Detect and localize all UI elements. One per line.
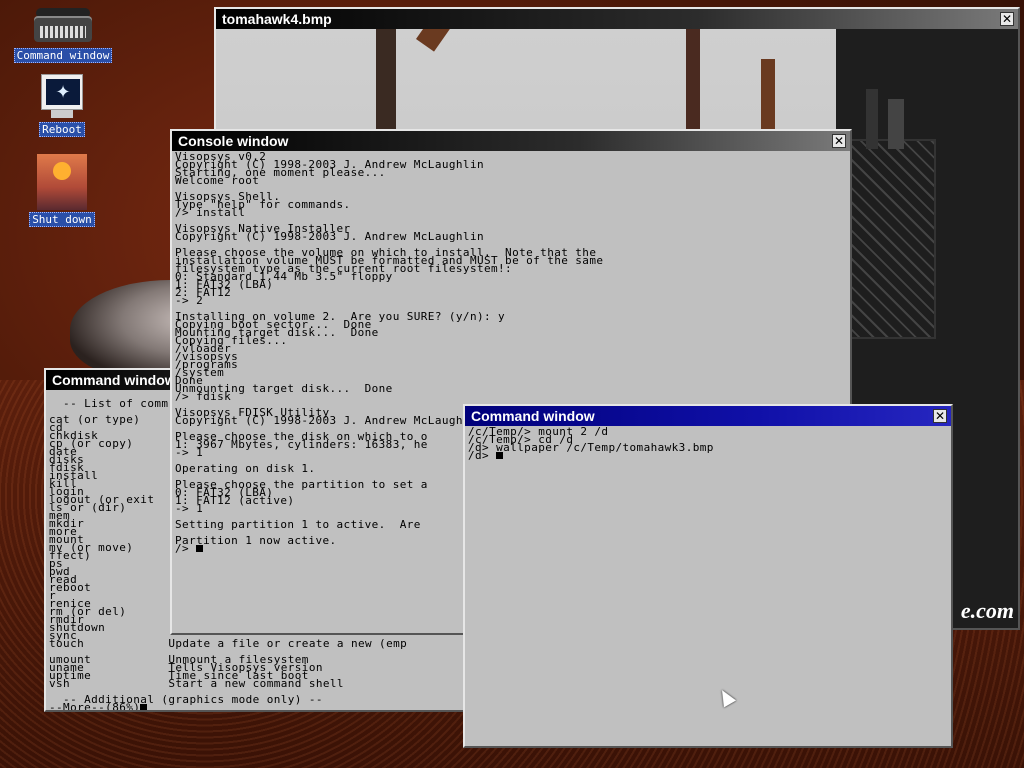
console-line-text: Copyright (C) 1998-2003 J. Andrew McLaug… [175,414,484,427]
desktop-icon-reboot[interactable]: ✦ Reboot [28,74,96,138]
close-icon[interactable]: ✕ [1000,12,1014,26]
console-line-text: /d> wallpaper /c/Temp/tomahawk3.bmp [468,441,714,454]
monitor-icon: ✦ [41,74,83,120]
close-icon[interactable]: ✕ [832,134,846,148]
console-line: /d> wallpaper /c/Temp/tomahawk3.bmp [468,441,948,454]
console-line: -> 2 [175,294,847,307]
desktop-icon-shut-down[interactable]: Shut down [22,154,102,228]
console-line: Starting, one moment please... [175,167,847,178]
console-line-text: 1: 3967 Mbytes, cylinders: 16383, he [175,438,428,451]
more-prompt-text: --More--(86%) [49,701,141,710]
console-line-text: -> 2 [175,294,204,307]
console-line: Unmounting target disk... Done [175,383,847,394]
desktop-icon-command-window[interactable]: Command window [4,6,122,64]
console-line: /visopsys [175,351,847,362]
console-line: /system [175,367,847,378]
console-line-text: -> 1 [175,446,204,459]
console-line: vsh Start a new command shell [49,677,463,690]
console-line: /programs [175,359,847,370]
window-title: Console window [178,133,289,149]
close-icon[interactable]: ✕ [933,409,947,423]
console-line-text: Copyright (C) 1998-2003 J. Andrew McLaug… [175,230,484,243]
window-titlebar[interactable]: Command window ✕ [465,406,951,426]
command-output[interactable]: /c/Temp/> mount 2 /d/c/Temp/> cd /d/d> w… [465,426,951,746]
text-cursor [496,452,504,459]
window-title: tomahawk4.bmp [222,11,332,27]
console-line-text: touch Update a file or create a new (emp [49,637,408,650]
console-line-text: /> fdisk [175,390,232,403]
text-cursor [140,704,148,710]
text-cursor [196,545,204,552]
sunset-icon [37,154,87,210]
window-titlebar[interactable]: Console window ✕ [172,131,850,151]
console-line: Copyright (C) 1998-2003 J. Andrew McLaug… [175,230,847,243]
window-title: Command window [471,408,595,424]
desktop-icon-label: Shut down [29,212,95,227]
console-line-text: -- List of comm [49,397,169,410]
wallpaper-watermark: e.com [960,598,1014,623]
console-line-text: Setting partition 1 to active. Are [175,518,421,531]
console-line: Copying files... [175,335,847,346]
window-title: Command window [52,372,176,388]
desktop-icon-label: Command window [13,48,113,63]
console-line-text: vsh Start a new command shell [49,677,344,690]
console-line-text: -> 1 [175,502,204,515]
console-line-text: /> install [175,206,246,219]
console-line: touch Update a file or create a new (emp [49,637,463,650]
command-window-front[interactable]: Command window ✕ /c/Temp/> mount 2 /d/c/… [463,404,953,748]
typewriter-icon [32,6,94,46]
console-line-text: /> [175,542,197,555]
window-titlebar[interactable]: tomahawk4.bmp ✕ [216,9,1018,29]
console-line: Type "help" for commands. [175,199,847,210]
console-line-text: Welcome root [175,174,260,187]
console-line-text: Operating on disk 1. [175,462,316,475]
desktop-icon-label: Reboot [39,122,85,137]
console-line: 2: FAT12 [175,287,847,298]
console-line-text: /d> [468,449,497,462]
